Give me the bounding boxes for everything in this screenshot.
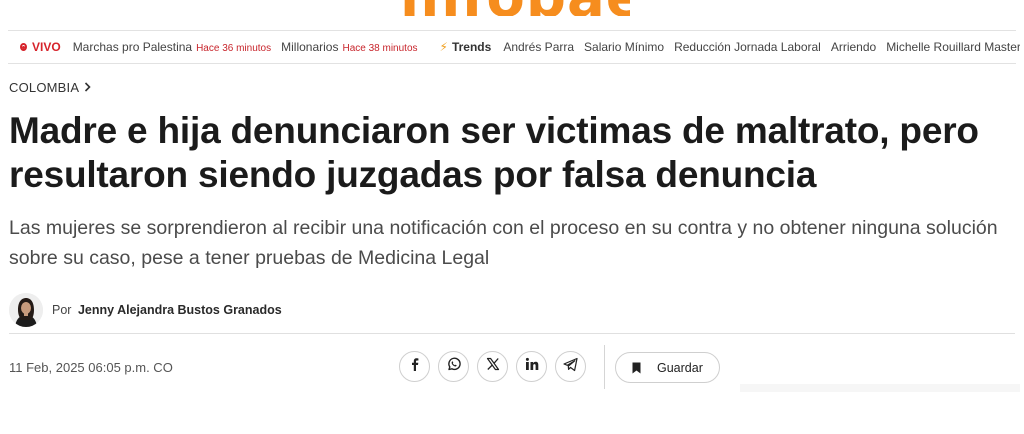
author-name[interactable]: Jenny Alejandra Bustos Granados: [78, 303, 282, 317]
share-linkedin-button[interactable]: [516, 351, 547, 382]
live-label[interactable]: VIVO: [32, 40, 61, 54]
live-dot-icon: [20, 43, 27, 51]
section-breadcrumb[interactable]: COLOMBIA: [9, 80, 91, 95]
lightning-icon: ⚡︎: [439, 40, 448, 54]
telegram-icon: [563, 357, 578, 377]
share-bar: [399, 351, 586, 382]
trend-link[interactable]: Michelle Rouillard MasterChef: [886, 40, 1020, 54]
share-telegram-button[interactable]: [555, 351, 586, 382]
article-subheadline: Las mujeres se sorprendieron al recibir …: [9, 217, 998, 269]
ticker-item-label: Marchas pro Palestina: [72, 40, 193, 54]
byline-prefix: Por: [52, 303, 72, 317]
section-label: COLOMBIA: [9, 80, 80, 95]
share-divider: [604, 345, 605, 389]
ticker-item-time: Hace 36 minutos: [196, 43, 272, 54]
author-byline: Por Jenny Alejandra Bustos Granados: [9, 293, 282, 327]
ticker-item-label: Millonarios: [281, 40, 339, 54]
x-icon: [486, 357, 500, 376]
save-button[interactable]: Guardar: [615, 352, 720, 383]
chevron-right-icon: [84, 80, 91, 95]
whatsapp-icon: [446, 356, 462, 377]
ticker-divider: [8, 63, 1016, 64]
author-avatar[interactable]: [9, 293, 43, 327]
share-x-button[interactable]: [477, 351, 508, 382]
share-facebook-button[interactable]: [399, 351, 430, 382]
share-whatsapp-button[interactable]: [438, 351, 469, 382]
trend-link[interactable]: Arriendo: [831, 40, 876, 54]
trend-link[interactable]: Andrés Parra: [503, 40, 574, 54]
trend-link[interactable]: Salario Mínimo: [584, 40, 664, 54]
facebook-icon: [408, 357, 422, 376]
save-button-label: Guardar: [657, 360, 703, 375]
ticker-item[interactable]: Marchas pro Palestina Hace 36 minutos: [73, 40, 271, 54]
bookmark-icon: [632, 362, 641, 374]
byline-divider: [9, 333, 1015, 334]
trend-link[interactable]: Reducción Jornada Laboral: [674, 40, 821, 54]
infobae-logo[interactable]: infobae: [400, 0, 630, 16]
trends-label: Trends: [451, 40, 492, 54]
news-ticker: VIVO Marchas pro Palestina Hace 36 minuto…: [20, 31, 1020, 63]
ticker-item-time: Hace 38 minutos: [342, 43, 418, 54]
content-edge: [740, 384, 1020, 392]
ticker-item[interactable]: Millonarios Hace 38 minutos: [281, 40, 417, 54]
article-headline: Madre e hija denunciaron ser victimas de…: [9, 110, 979, 195]
publish-date: 11 Feb, 2025 06:05 p.m. CO: [9, 360, 173, 375]
linkedin-icon: [525, 357, 539, 376]
